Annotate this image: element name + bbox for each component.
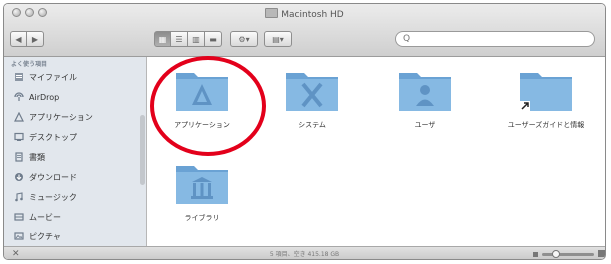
window-title: Macintosh HD bbox=[4, 8, 605, 20]
sidebar-item-label: ピクチャ bbox=[29, 231, 61, 241]
library-folder-icon bbox=[176, 166, 228, 204]
action-menu-button[interactable]: ⚙▾ bbox=[230, 31, 258, 47]
sidebar-item-label: 書類 bbox=[29, 152, 45, 162]
folder-system[interactable]: システム bbox=[277, 67, 347, 130]
sidebar-item-desktop[interactable]: デスクトップ bbox=[14, 130, 77, 144]
sidebar-scrollbar[interactable] bbox=[140, 115, 145, 185]
sidebar-item-label: ムービー bbox=[29, 212, 61, 222]
window-title-text: Macintosh HD bbox=[281, 10, 344, 20]
icon-size-slider-knob[interactable] bbox=[552, 250, 560, 258]
folder-users-guide[interactable]: ユーザーズガイドと情報 bbox=[504, 67, 588, 130]
arrange-menu-button[interactable]: ▤▾ bbox=[264, 31, 292, 47]
music-icon bbox=[15, 192, 23, 202]
highlight-circle bbox=[150, 56, 266, 156]
search-icon: Q bbox=[403, 34, 411, 44]
system-folder-icon bbox=[286, 73, 338, 111]
sidebar-item-label: ミュージック bbox=[29, 192, 77, 202]
files-icon bbox=[15, 73, 23, 81]
icon-view-button[interactable]: ▦ bbox=[154, 31, 171, 47]
status-text: 5 項目、空き 415.18 GB bbox=[269, 251, 340, 258]
documents-icon bbox=[15, 152, 23, 162]
sidebar-item-label: アプリケーション bbox=[29, 112, 93, 122]
users-folder-icon bbox=[399, 73, 451, 111]
icon-size-slider[interactable] bbox=[542, 253, 594, 256]
icon-size-large-icon bbox=[598, 250, 605, 257]
status-bar: ✕ 5 項目、空き 415.18 GB bbox=[4, 246, 605, 259]
downloads-icon bbox=[15, 173, 23, 181]
back-button[interactable]: ◀ bbox=[10, 31, 27, 47]
sidebar-item-movies[interactable]: ムービー bbox=[14, 210, 61, 224]
finder-window: Macintosh HD ◀ ▶ ▦ ☰ ▥ ▬ ⚙▾ ▤▾ Q よく使う項目 … bbox=[3, 3, 606, 260]
sidebar-item-all-my-files[interactable]: マイファイル bbox=[14, 70, 77, 84]
sidebar-item-label: デスクトップ bbox=[29, 132, 77, 142]
search-input[interactable]: Q bbox=[395, 31, 595, 47]
airdrop-icon bbox=[14, 92, 24, 101]
forward-button[interactable]: ▶ bbox=[27, 31, 44, 47]
folder-label: ユーザ bbox=[414, 121, 436, 129]
coverflow-view-button[interactable]: ▬ bbox=[205, 31, 222, 47]
desktop-icon bbox=[14, 132, 24, 141]
hard-disk-icon bbox=[265, 8, 279, 18]
folder-label: システム bbox=[298, 121, 326, 129]
sidebar-item-airdrop[interactable]: AirDrop bbox=[14, 90, 59, 104]
folder-label: ユーザーズガイドと情報 bbox=[507, 121, 585, 129]
folder-label: ライブラリ bbox=[184, 214, 220, 222]
view-mode-control: ▦ ☰ ▥ ▬ bbox=[154, 31, 222, 47]
column-view-button[interactable]: ▥ bbox=[188, 31, 205, 47]
sidebar-item-label: AirDrop bbox=[29, 92, 60, 102]
back-forward-control: ◀ ▶ bbox=[10, 31, 44, 47]
sidebar-item-downloads[interactable]: ダウンロード bbox=[14, 170, 77, 184]
sidebar-item-label: マイファイル bbox=[29, 72, 77, 82]
sidebar-item-music[interactable]: ミュージック bbox=[14, 190, 77, 204]
movies-icon bbox=[14, 213, 24, 221]
sidebar-item-label: ダウンロード bbox=[29, 172, 77, 182]
sidebar: よく使う項目 マイファイル AirDrop アプリケーション デスクトップ 書類… bbox=[4, 57, 147, 246]
sidebar-heading: よく使う項目 bbox=[11, 61, 48, 68]
title-bar: Macintosh HD ◀ ▶ ▦ ☰ ▥ ▬ ⚙▾ ▤▾ Q bbox=[4, 4, 605, 57]
list-view-button[interactable]: ☰ bbox=[171, 31, 188, 47]
folder-library[interactable]: ライブラリ bbox=[167, 160, 237, 223]
sidebar-item-applications[interactable]: アプリケーション bbox=[14, 110, 93, 124]
sidebar-item-documents[interactable]: 書類 bbox=[14, 150, 45, 164]
alias-folder-icon bbox=[520, 73, 572, 111]
folder-users[interactable]: ユーザ bbox=[390, 67, 460, 130]
pictures-icon bbox=[14, 232, 24, 240]
sidebar-item-pictures[interactable]: ピクチャ bbox=[14, 229, 61, 243]
applications-icon bbox=[14, 112, 24, 122]
icon-size-small-icon bbox=[533, 252, 538, 257]
